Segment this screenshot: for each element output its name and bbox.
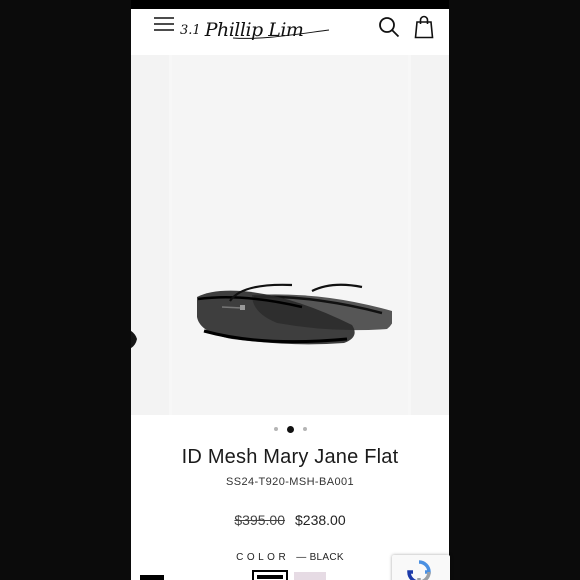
- product-sku: SS24-T920-MSH-BA001: [225, 476, 355, 488]
- product-page: 3.1 Phillip Lim ID Mesh Mary Jane Flat S…: [131, 0, 449, 580]
- site-header: 3.1 Phillip Lim: [131, 9, 449, 55]
- logo-prefix: 3.1: [180, 22, 201, 38]
- product-title: ID Mesh Mary Jane Flat: [181, 446, 399, 468]
- recaptcha-icon: [407, 560, 431, 580]
- gallery-slide-previous[interactable]: [131, 55, 169, 415]
- logo-swoosh-icon: [232, 29, 330, 39]
- product-image: [197, 283, 392, 345]
- original-price: $395.00: [234, 512, 285, 528]
- shoe-fragment-image: [131, 330, 137, 349]
- search-icon[interactable]: [378, 16, 400, 38]
- pagination-dot[interactable]: [273, 427, 278, 431]
- color-label: COLOR: [236, 552, 290, 563]
- color-value: — BLACK: [296, 552, 344, 563]
- product-gallery[interactable]: [131, 55, 449, 415]
- price-block: $395.00 $238.00: [131, 512, 449, 528]
- gallery-slide-main[interactable]: [172, 55, 443, 415]
- floating-tab[interactable]: [140, 575, 164, 580]
- gallery-pagination: [131, 424, 449, 434]
- gallery-slide-next[interactable]: [411, 55, 449, 415]
- hamburger-icon[interactable]: [153, 15, 175, 33]
- pagination-dot-active[interactable]: [286, 425, 294, 433]
- recaptcha-badge[interactable]: [392, 555, 450, 580]
- pagination-dot[interactable]: [302, 427, 307, 431]
- swatch-pink[interactable]: [294, 572, 326, 580]
- sale-price: $238.00: [295, 512, 346, 528]
- swatch-black[interactable]: [252, 570, 288, 580]
- shopping-bag-icon[interactable]: [414, 15, 434, 39]
- top-bar: [131, 0, 449, 9]
